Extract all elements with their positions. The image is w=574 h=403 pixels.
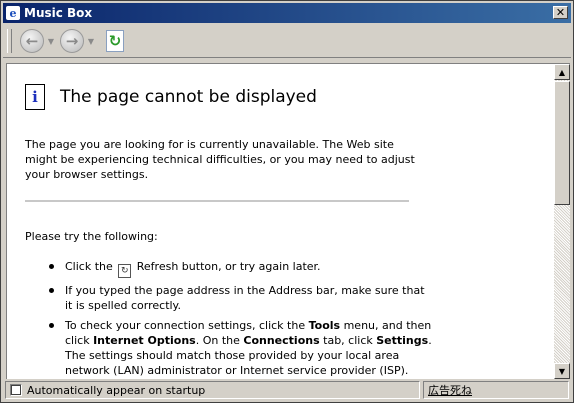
info-icon: i <box>25 84 45 110</box>
forward-dropdown-icon[interactable]: ▼ <box>86 37 96 46</box>
back-dropdown-icon[interactable]: ▼ <box>46 37 56 46</box>
scroll-up-icon[interactable]: ▲ <box>554 64 570 80</box>
divider <box>25 200 409 202</box>
item-text: tab, click <box>319 334 377 347</box>
tools-menu-label: Tools <box>308 319 341 332</box>
startup-option: Automatically appear on startup <box>5 381 420 399</box>
item-text: . On the <box>195 334 244 347</box>
page-content: i The page cannot be displayed The page … <box>6 63 554 379</box>
scroll-down-icon[interactable]: ▼ <box>554 363 570 379</box>
close-button[interactable]: ✕ <box>553 6 568 19</box>
refresh-icon: ↻ <box>118 264 132 278</box>
list-item: Click the ↻ Refresh button, or try again… <box>49 259 435 278</box>
internet-options-label: Internet Options <box>93 334 196 347</box>
app-icon: e <box>6 6 20 20</box>
window-title: Music Box <box>24 6 93 20</box>
page-title: The page cannot be displayed <box>60 87 317 107</box>
item-text: To check your connection settings, click… <box>65 319 309 332</box>
try-heading: Please try the following: <box>25 230 158 243</box>
suggestion-list: Click the ↻ Refresh button, or try again… <box>29 259 435 379</box>
vertical-scrollbar[interactable]: ▲ ▼ <box>554 63 570 379</box>
connections-tab-label: Connections <box>243 334 320 347</box>
startup-checkbox-label[interactable]: Automatically appear on startup <box>27 384 205 397</box>
settings-label: Settings <box>376 334 429 347</box>
status-bar: Automatically appear on startup 広告死ね <box>3 380 571 400</box>
item-text: If you typed the page address in the Add… <box>65 284 425 312</box>
list-item: To check your connection settings, click… <box>49 318 435 378</box>
scroll-thumb[interactable] <box>554 81 570 205</box>
app-window: e Music Box ✕ ← ▼ → ▼ ↻ i The page canno… <box>0 0 574 403</box>
back-arrow-icon[interactable]: ← <box>20 29 44 53</box>
toolbar: ← ▼ → ▼ ↻ <box>3 25 571 58</box>
title-bar: e Music Box ✕ <box>3 3 571 23</box>
startup-checkbox[interactable] <box>10 384 22 396</box>
item-text: Click the <box>65 260 113 273</box>
ad-link[interactable]: 広告死ね <box>428 382 472 398</box>
intro-text: The page you are looking for is currentl… <box>25 138 415 181</box>
toolbar-grip[interactable] <box>7 29 12 53</box>
forward-arrow-icon[interactable]: → <box>60 29 84 53</box>
error-heading: i The page cannot be displayed <box>25 84 317 110</box>
refresh-icon[interactable]: ↻ <box>106 30 124 52</box>
ad-panel: 広告死ね <box>423 381 569 399</box>
list-item: If you typed the page address in the Add… <box>49 283 435 313</box>
item-text: Refresh button, or try again later. <box>136 260 321 273</box>
